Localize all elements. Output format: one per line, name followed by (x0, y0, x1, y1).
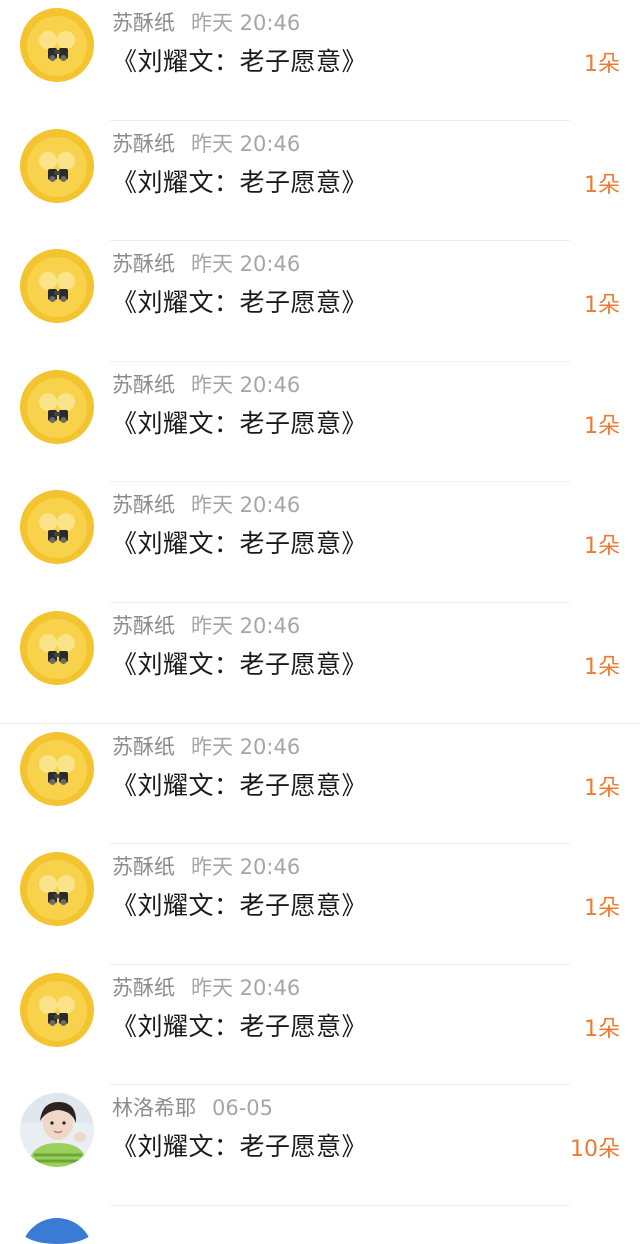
flower-count: 1朵 (584, 896, 620, 922)
username[interactable]: 苏酥纸 (112, 855, 175, 879)
gift-title[interactable]: 《刘耀文：老子愿意》 (112, 285, 367, 321)
duck-avatar-icon (20, 731, 94, 806)
avatar[interactable] (20, 1093, 94, 1168)
username[interactable]: 苏酥纸 (112, 493, 175, 517)
flower-count: 1朵 (584, 413, 620, 439)
duck-avatar-icon (20, 249, 94, 324)
timestamp: 昨天 20:46 (191, 855, 301, 880)
avatar[interactable] (20, 369, 94, 444)
avatar[interactable] (20, 1213, 94, 1244)
list-item-partial[interactable] (0, 1206, 640, 1244)
username[interactable]: 苏酥纸 (112, 373, 175, 397)
list-item[interactable]: 苏酥纸 昨天 20:46 《刘耀文：老子愿意》 1朵 (0, 482, 640, 603)
avatar[interactable] (20, 249, 94, 324)
list-item[interactable]: 苏酥纸 昨天 20:46 《刘耀文：老子愿意》 1朵 (0, 603, 640, 724)
duck-avatar-icon (20, 972, 94, 1047)
avatar[interactable] (20, 610, 94, 685)
gift-title[interactable]: 《刘耀文：老子愿意》 (112, 1009, 367, 1045)
gift-title[interactable]: 《刘耀文：老子愿意》 (112, 647, 367, 683)
duck-avatar-icon (20, 369, 94, 444)
list-item[interactable]: 苏酥纸 昨天 20:46 《刘耀文：老子愿意》 1朵 (0, 724, 640, 845)
timestamp: 昨天 20:46 (191, 252, 301, 277)
person-avatar-icon (20, 1093, 94, 1168)
flower-count: 1朵 (584, 52, 620, 77)
flower-count: 1朵 (584, 534, 620, 560)
username[interactable]: 苏酥纸 (112, 614, 175, 638)
avatar[interactable] (20, 490, 94, 565)
blue-avatar-icon (20, 1213, 94, 1244)
list-item[interactable]: 苏酥纸 昨天 20:46 《刘耀文：老子愿意》 1朵 (0, 0, 640, 121)
gift-title[interactable]: 《刘耀文：老子愿意》 (112, 526, 367, 562)
flower-count: 1朵 (584, 172, 620, 198)
list-item[interactable]: 苏酥纸 昨天 20:46 《刘耀文：老子愿意》 1朵 (0, 362, 640, 483)
duck-avatar-icon (20, 852, 94, 927)
list-item[interactable]: 林洛希耶 06-05 《刘耀文：老子愿意》 10朵 (0, 1085, 640, 1206)
timestamp: 昨天 20:46 (191, 131, 301, 156)
list-item[interactable]: 苏酥纸 昨天 20:46 《刘耀文：老子愿意》 1朵 (0, 965, 640, 1086)
avatar[interactable] (20, 8, 94, 82)
avatar[interactable] (20, 852, 94, 927)
flower-count: 1朵 (584, 654, 620, 680)
timestamp: 06-05 (212, 1096, 274, 1121)
gift-title[interactable]: 《刘耀文：老子愿意》 (112, 1129, 367, 1165)
timestamp: 昨天 20:46 (191, 975, 301, 1000)
gift-title[interactable]: 《刘耀文：老子愿意》 (112, 768, 367, 804)
avatar[interactable] (20, 731, 94, 806)
flower-count: 1朵 (584, 775, 620, 801)
gift-title[interactable]: 《刘耀文：老子愿意》 (112, 406, 367, 442)
username[interactable]: 苏酥纸 (112, 976, 175, 1000)
flower-count: 10朵 (570, 1137, 620, 1163)
username[interactable]: 苏酥纸 (112, 252, 175, 276)
username[interactable]: 苏酥纸 (112, 11, 175, 35)
duck-avatar-icon (20, 8, 94, 82)
flower-count: 1朵 (584, 1016, 620, 1042)
username[interactable]: 苏酥纸 (112, 132, 175, 156)
gift-list: 苏酥纸 昨天 20:46 《刘耀文：老子愿意》 1朵 苏酥纸 昨天 20:46 《刘… (0, 0, 640, 1244)
gift-title[interactable]: 《刘耀文：老子愿意》 (112, 888, 367, 924)
timestamp: 昨天 20:46 (191, 372, 301, 397)
gift-title[interactable]: 《刘耀文：老子愿意》 (112, 165, 367, 201)
duck-avatar-icon (20, 490, 94, 565)
gift-title[interactable]: 《刘耀文：老子愿意》 (112, 44, 367, 80)
avatar[interactable] (20, 128, 94, 203)
list-item[interactable]: 苏酥纸 昨天 20:46 《刘耀文：老子愿意》 1朵 (0, 121, 640, 242)
timestamp: 昨天 20:46 (191, 493, 301, 518)
timestamp: 昨天 20:46 (191, 613, 301, 638)
username[interactable]: 林洛希耶 (112, 1096, 196, 1120)
avatar[interactable] (20, 972, 94, 1047)
flower-count: 1朵 (584, 293, 620, 319)
list-item[interactable]: 苏酥纸 昨天 20:46 《刘耀文：老子愿意》 1朵 (0, 241, 640, 362)
username[interactable]: 苏酥纸 (112, 735, 175, 759)
duck-avatar-icon (20, 610, 94, 685)
timestamp: 昨天 20:46 (191, 734, 301, 759)
timestamp: 昨天 20:46 (191, 11, 301, 35)
duck-avatar-icon (20, 128, 94, 203)
list-item[interactable]: 苏酥纸 昨天 20:46 《刘耀文：老子愿意》 1朵 (0, 844, 640, 965)
